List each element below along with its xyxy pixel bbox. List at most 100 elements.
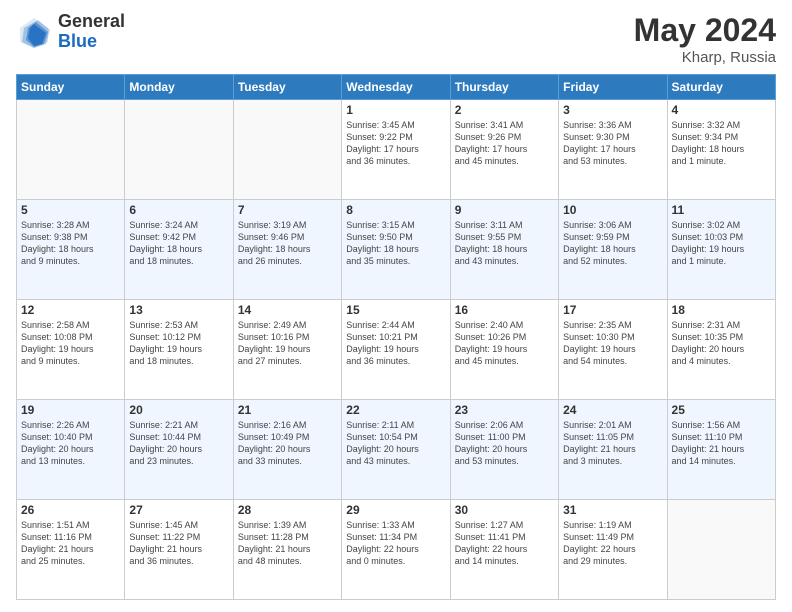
calendar-table: Sunday Monday Tuesday Wednesday Thursday… xyxy=(16,74,776,600)
calendar-cell-4-3: 29 Sunrise: 1:33 AM Sunset: 11:34 PM Dayl… xyxy=(342,500,450,600)
calendar-cell-2-5: 17 Sunrise: 2:35 AM Sunset: 10:30 PM Dayl… xyxy=(559,300,667,400)
day-number: 17 xyxy=(563,303,662,317)
day-number: 26 xyxy=(21,503,120,517)
day-number: 19 xyxy=(21,403,120,417)
day-info: Sunrise: 2:53 AM Sunset: 10:12 PM Daylig… xyxy=(129,319,228,368)
day-info: Sunrise: 2:31 AM Sunset: 10:35 PM Daylig… xyxy=(672,319,771,368)
col-friday: Friday xyxy=(559,75,667,100)
day-info: Sunrise: 2:49 AM Sunset: 10:16 PM Daylig… xyxy=(238,319,337,368)
col-wednesday: Wednesday xyxy=(342,75,450,100)
day-number: 29 xyxy=(346,503,445,517)
col-sunday: Sunday xyxy=(17,75,125,100)
day-number: 23 xyxy=(455,403,554,417)
calendar-cell-2-2: 14 Sunrise: 2:49 AM Sunset: 10:16 PM Dayl… xyxy=(233,300,341,400)
day-info: Sunrise: 2:35 AM Sunset: 10:30 PM Daylig… xyxy=(563,319,662,368)
calendar-cell-3-3: 22 Sunrise: 2:11 AM Sunset: 10:54 PM Dayl… xyxy=(342,400,450,500)
day-number: 6 xyxy=(129,203,228,217)
day-info: Sunrise: 3:36 AM Sunset: 9:30 PM Dayligh… xyxy=(563,119,662,168)
calendar-cell-3-4: 23 Sunrise: 2:06 AM Sunset: 11:00 PM Dayl… xyxy=(450,400,558,500)
day-info: Sunrise: 1:27 AM Sunset: 11:41 PM Daylig… xyxy=(455,519,554,568)
calendar-cell-0-3: 1 Sunrise: 3:45 AM Sunset: 9:22 PM Daylig… xyxy=(342,100,450,200)
calendar-cell-3-0: 19 Sunrise: 2:26 AM Sunset: 10:40 PM Dayl… xyxy=(17,400,125,500)
day-number: 5 xyxy=(21,203,120,217)
day-number: 16 xyxy=(455,303,554,317)
calendar-cell-2-3: 15 Sunrise: 2:44 AM Sunset: 10:21 PM Dayl… xyxy=(342,300,450,400)
page: General Blue May 2024 Kharp, Russia Sund… xyxy=(0,0,792,612)
day-info: Sunrise: 3:19 AM Sunset: 9:46 PM Dayligh… xyxy=(238,219,337,268)
day-info: Sunrise: 1:39 AM Sunset: 11:28 PM Daylig… xyxy=(238,519,337,568)
day-number: 24 xyxy=(563,403,662,417)
day-info: Sunrise: 3:02 AM Sunset: 10:03 PM Daylig… xyxy=(672,219,771,268)
day-info: Sunrise: 1:45 AM Sunset: 11:22 PM Daylig… xyxy=(129,519,228,568)
calendar-cell-1-1: 6 Sunrise: 3:24 AM Sunset: 9:42 PM Daylig… xyxy=(125,200,233,300)
calendar-cell-1-3: 8 Sunrise: 3:15 AM Sunset: 9:50 PM Daylig… xyxy=(342,200,450,300)
day-info: Sunrise: 2:40 AM Sunset: 10:26 PM Daylig… xyxy=(455,319,554,368)
day-info: Sunrise: 1:33 AM Sunset: 11:34 PM Daylig… xyxy=(346,519,445,568)
day-number: 8 xyxy=(346,203,445,217)
day-number: 1 xyxy=(346,103,445,117)
day-info: Sunrise: 2:26 AM Sunset: 10:40 PM Daylig… xyxy=(21,419,120,468)
day-info: Sunrise: 3:24 AM Sunset: 9:42 PM Dayligh… xyxy=(129,219,228,268)
day-number: 4 xyxy=(672,103,771,117)
col-monday: Monday xyxy=(125,75,233,100)
week-row-1: 1 Sunrise: 3:45 AM Sunset: 9:22 PM Daylig… xyxy=(17,100,776,200)
day-info: Sunrise: 2:21 AM Sunset: 10:44 PM Daylig… xyxy=(129,419,228,468)
day-info: Sunrise: 3:06 AM Sunset: 9:59 PM Dayligh… xyxy=(563,219,662,268)
month-title: May 2024 xyxy=(634,12,776,49)
day-number: 27 xyxy=(129,503,228,517)
week-row-2: 5Sunrise: 3:28 AM Sunset: 9:38 PM Daylig… xyxy=(17,200,776,300)
day-info: Sunrise: 2:58 AM Sunset: 10:08 PM Daylig… xyxy=(21,319,120,368)
calendar-header-row: Sunday Monday Tuesday Wednesday Thursday… xyxy=(17,75,776,100)
day-number: 22 xyxy=(346,403,445,417)
calendar-cell-3-2: 21Sunrise: 2:16 AM Sunset: 10:49 PM Dayl… xyxy=(233,400,341,500)
calendar-cell-4-5: 31Sunrise: 1:19 AM Sunset: 11:49 PM Dayl… xyxy=(559,500,667,600)
logo: General Blue xyxy=(16,12,125,52)
col-tuesday: Tuesday xyxy=(233,75,341,100)
day-number: 25 xyxy=(672,403,771,417)
day-info: Sunrise: 2:44 AM Sunset: 10:21 PM Daylig… xyxy=(346,319,445,368)
calendar-cell-0-1 xyxy=(125,100,233,200)
calendar-cell-4-1: 27 Sunrise: 1:45 AM Sunset: 11:22 PM Dayl… xyxy=(125,500,233,600)
calendar-cell-2-1: 13 Sunrise: 2:53 AM Sunset: 10:12 PM Dayl… xyxy=(125,300,233,400)
calendar-cell-1-0: 5Sunrise: 3:28 AM Sunset: 9:38 PM Daylig… xyxy=(17,200,125,300)
week-row-3: 12Sunrise: 2:58 AM Sunset: 10:08 PM Dayl… xyxy=(17,300,776,400)
calendar-cell-2-4: 16 Sunrise: 2:40 AM Sunset: 10:26 PM Dayl… xyxy=(450,300,558,400)
day-info: Sunrise: 3:32 AM Sunset: 9:34 PM Dayligh… xyxy=(672,119,771,168)
day-number: 30 xyxy=(455,503,554,517)
day-number: 15 xyxy=(346,303,445,317)
day-info: Sunrise: 3:15 AM Sunset: 9:50 PM Dayligh… xyxy=(346,219,445,268)
calendar-cell-0-2 xyxy=(233,100,341,200)
day-info: Sunrise: 2:06 AM Sunset: 11:00 PM Daylig… xyxy=(455,419,554,468)
col-thursday: Thursday xyxy=(450,75,558,100)
day-number: 13 xyxy=(129,303,228,317)
day-info: Sunrise: 1:19 AM Sunset: 11:49 PM Daylig… xyxy=(563,519,662,568)
logo-text: General Blue xyxy=(58,12,125,52)
calendar-cell-1-6: 11Sunrise: 3:02 AM Sunset: 10:03 PM Dayl… xyxy=(667,200,775,300)
calendar-cell-0-5: 3 Sunrise: 3:36 AM Sunset: 9:30 PM Daylig… xyxy=(559,100,667,200)
day-info: Sunrise: 1:56 AM Sunset: 11:10 PM Daylig… xyxy=(672,419,771,468)
calendar-cell-3-1: 20 Sunrise: 2:21 AM Sunset: 10:44 PM Dayl… xyxy=(125,400,233,500)
calendar-cell-2-6: 18 Sunrise: 2:31 AM Sunset: 10:35 PM Dayl… xyxy=(667,300,775,400)
location: Kharp, Russia xyxy=(634,49,776,66)
day-info: Sunrise: 2:16 AM Sunset: 10:49 PM Daylig… xyxy=(238,419,337,468)
day-number: 7 xyxy=(238,203,337,217)
header: General Blue May 2024 Kharp, Russia xyxy=(16,12,776,66)
day-number: 3 xyxy=(563,103,662,117)
logo-general-text: General xyxy=(58,12,125,32)
week-row-4: 19 Sunrise: 2:26 AM Sunset: 10:40 PM Dayl… xyxy=(17,400,776,500)
logo-blue-text: Blue xyxy=(58,32,125,52)
calendar-cell-4-4: 30 Sunrise: 1:27 AM Sunset: 11:41 PM Dayl… xyxy=(450,500,558,600)
day-number: 14 xyxy=(238,303,337,317)
week-row-5: 26Sunrise: 1:51 AM Sunset: 11:16 PM Dayl… xyxy=(17,500,776,600)
day-number: 20 xyxy=(129,403,228,417)
day-info: Sunrise: 3:41 AM Sunset: 9:26 PM Dayligh… xyxy=(455,119,554,168)
day-info: Sunrise: 3:11 AM Sunset: 9:55 PM Dayligh… xyxy=(455,219,554,268)
day-info: Sunrise: 2:11 AM Sunset: 10:54 PM Daylig… xyxy=(346,419,445,468)
title-block: May 2024 Kharp, Russia xyxy=(634,12,776,66)
day-number: 10 xyxy=(563,203,662,217)
calendar-cell-4-6 xyxy=(667,500,775,600)
calendar-cell-0-6: 4 Sunrise: 3:32 AM Sunset: 9:34 PM Daylig… xyxy=(667,100,775,200)
day-number: 18 xyxy=(672,303,771,317)
day-info: Sunrise: 3:45 AM Sunset: 9:22 PM Dayligh… xyxy=(346,119,445,168)
day-number: 28 xyxy=(238,503,337,517)
